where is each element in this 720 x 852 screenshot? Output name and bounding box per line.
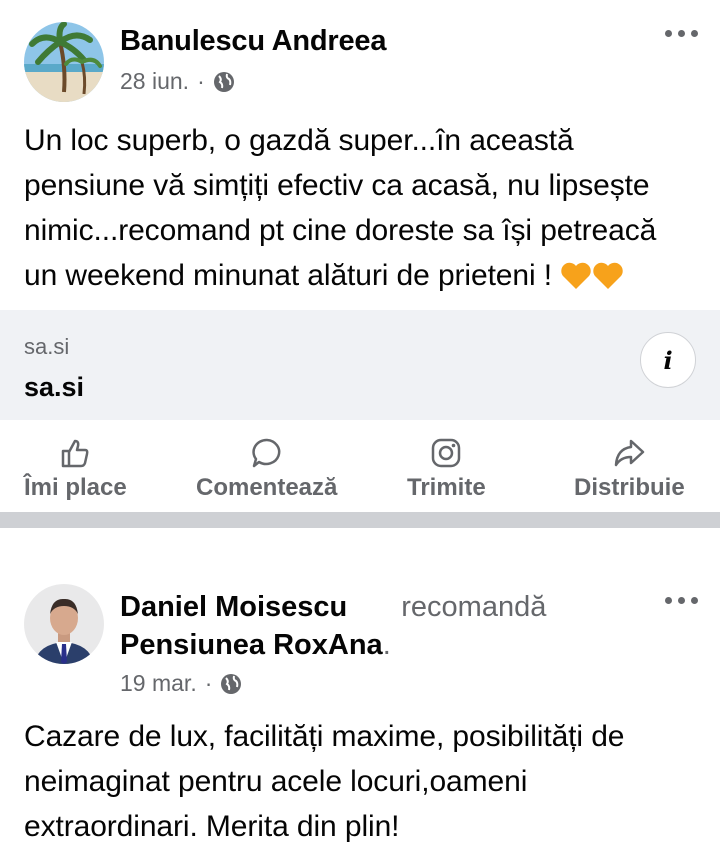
heart-emoji bbox=[560, 259, 624, 292]
comment-icon bbox=[252, 438, 281, 468]
more-options-icon[interactable] bbox=[665, 597, 698, 604]
avatar[interactable] bbox=[24, 584, 104, 664]
comment-button[interactable]: Comentează bbox=[196, 436, 337, 502]
feed-divider bbox=[0, 512, 720, 528]
page-suffix: . bbox=[382, 629, 391, 661]
post-date[interactable]: 28 iun. bbox=[120, 68, 189, 95]
link-preview[interactable]: sa.si sa.si i bbox=[0, 310, 720, 420]
recommend-label: recomandă bbox=[401, 591, 547, 623]
avatar[interactable] bbox=[24, 22, 104, 102]
link-domain: sa.si bbox=[24, 334, 70, 359]
post-meta: 19 mar. · bbox=[120, 670, 242, 697]
like-button[interactable]: Îmi place bbox=[24, 436, 127, 502]
post-meta: 28 iun. · bbox=[120, 68, 235, 95]
share-label: Distribuie bbox=[574, 474, 685, 501]
share-button[interactable]: Distribuie bbox=[574, 436, 685, 502]
more-options-icon[interactable] bbox=[665, 30, 698, 37]
post-date[interactable]: 19 mar. bbox=[120, 670, 197, 697]
action-bar: Îmi place Comentează Trimite Distribuie bbox=[0, 420, 720, 512]
like-icon bbox=[62, 439, 89, 468]
author-name[interactable]: Banulescu Andreea bbox=[120, 25, 386, 58]
post-text: Cazare de lux, facilități maxime, posibi… bbox=[24, 720, 625, 843]
post-text: Un loc superb, o gazdă super...în aceast… bbox=[0, 118, 720, 298]
meta-separator: · bbox=[204, 670, 213, 696]
link-title[interactable]: sa.si bbox=[24, 372, 84, 403]
like-label: Îmi place bbox=[24, 474, 127, 501]
globe-icon bbox=[221, 673, 242, 694]
info-icon[interactable]: i bbox=[640, 332, 696, 388]
meta-separator: · bbox=[197, 68, 205, 94]
send-button[interactable]: Trimite bbox=[407, 436, 486, 502]
page-name[interactable]: Pensiunea RoxAna bbox=[120, 629, 383, 661]
post-header: Banulescu Andreea 28 iun. · bbox=[0, 0, 720, 112]
send-label: Trimite bbox=[407, 474, 486, 501]
post-1: Banulescu Andreea 28 iun. · Un loc super… bbox=[0, 0, 720, 528]
comment-label: Comentează bbox=[196, 474, 338, 501]
globe-icon bbox=[213, 71, 234, 92]
share-icon bbox=[615, 439, 645, 467]
post2-heading: Daniel Moisescu recomandă Pensiunea RoxAn… bbox=[120, 588, 546, 664]
instagram-icon bbox=[432, 438, 461, 468]
author-name[interactable]: Daniel Moisescu bbox=[120, 591, 347, 623]
